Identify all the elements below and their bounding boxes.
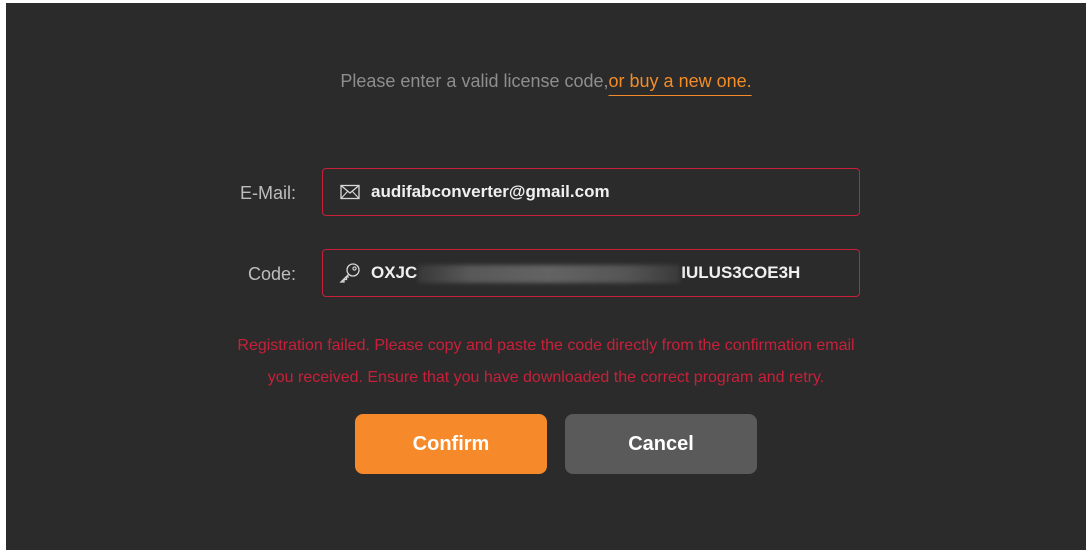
code-prefix: OXJC	[371, 263, 418, 282]
license-prompt: Please enter a valid license code,or buy…	[6, 71, 1086, 92]
buy-new-link[interactable]: or buy a new one.	[609, 71, 752, 91]
email-field[interactable]: audifabconverter@gmail.com	[322, 168, 860, 216]
error-line-1: Registration failed. Please copy and pas…	[237, 337, 855, 354]
key-icon	[339, 262, 361, 284]
email-value: audifabconverter@gmail.com	[371, 182, 610, 201]
confirm-button[interactable]: Confirm	[355, 414, 547, 474]
license-dialog: Please enter a valid license code,or buy…	[6, 3, 1086, 550]
code-field[interactable]: OXJC IULUS3COE3H	[322, 249, 860, 297]
cancel-button[interactable]: Cancel	[565, 414, 757, 474]
code-value: OXJC IULUS3COE3H	[371, 263, 800, 283]
code-label: Code:	[247, 264, 296, 284]
envelope-icon	[339, 181, 361, 203]
redacted-code-mask	[418, 264, 681, 283]
code-suffix: IULUS3COE3H	[681, 263, 801, 282]
prompt-text: Please enter a valid license code,	[340, 71, 609, 91]
email-label: E-Mail:	[239, 183, 296, 203]
error-message: Registration failed. Please copy and pas…	[6, 330, 1086, 394]
error-line-2: you received. Ensure that you have downl…	[267, 369, 825, 386]
